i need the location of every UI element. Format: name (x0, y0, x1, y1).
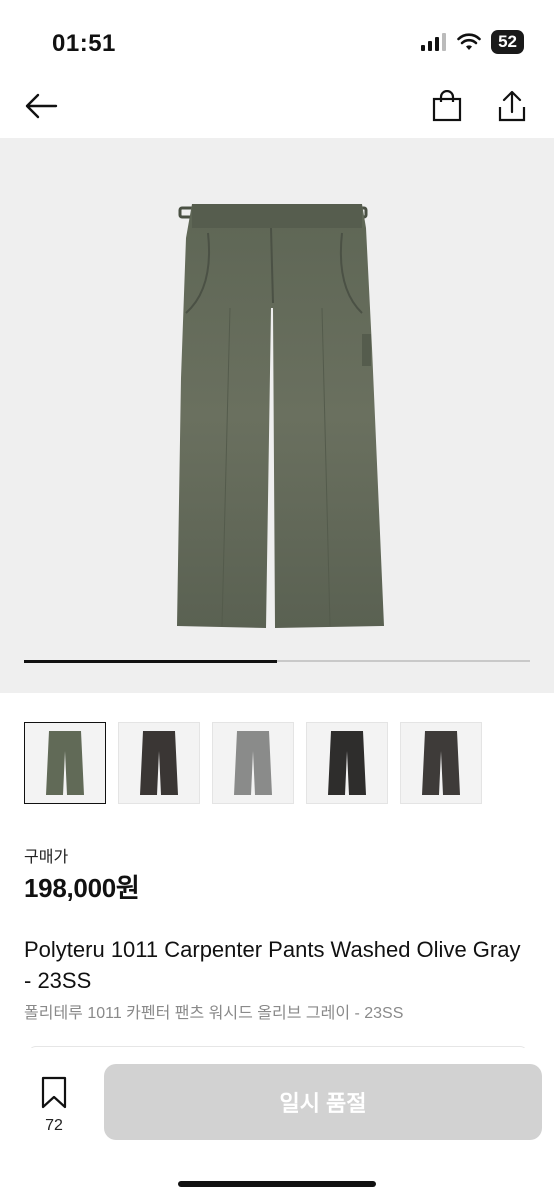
product-image-gallery[interactable] (0, 138, 554, 693)
battery-indicator: 52 (491, 30, 524, 54)
wishlist-button[interactable]: 72 (34, 1076, 74, 1135)
product-image (177, 204, 384, 628)
thumbnail-4[interactable] (306, 722, 388, 804)
signal-icon (421, 33, 447, 51)
pants-thumbnail (140, 731, 178, 795)
wifi-icon (457, 33, 481, 50)
status-time: 01:51 (52, 30, 116, 57)
product-name-korean: 폴리테루 1011 카펜터 팬츠 워시드 올리브 그레이 - 23SS (24, 1005, 404, 1022)
nav-bar (0, 80, 554, 140)
thumbnail-3[interactable] (212, 722, 294, 804)
pants-thumbnail (46, 731, 84, 795)
pants-thumbnail (422, 731, 460, 795)
thumbnail-strip (24, 722, 482, 804)
bookmark-icon (41, 1076, 67, 1109)
back-button[interactable] (24, 92, 58, 125)
product-price: 198,000원 (24, 873, 140, 903)
gallery-progress (24, 659, 530, 663)
product-name-english: Polyteru 1011 Carpenter Pants Washed Oli… (24, 937, 521, 993)
thumbnail-5[interactable] (400, 722, 482, 804)
pants-thumbnail (328, 731, 366, 795)
shopping-bag-icon (432, 89, 462, 122)
gallery-progress-fill (24, 659, 277, 663)
home-indicator (178, 1181, 376, 1187)
back-arrow-icon (25, 93, 58, 119)
cart-button[interactable] (432, 89, 462, 127)
sold-out-button[interactable]: 일시 품절 (104, 1064, 542, 1140)
status-icons: 52 (421, 30, 524, 54)
bottom-action-bar: 72 일시 품절 (0, 1048, 554, 1200)
wishlist-count: 72 (45, 1117, 63, 1134)
status-bar: 01:51 52 (0, 0, 554, 80)
price-label: 구매가 (24, 849, 69, 866)
pants-thumbnail (234, 731, 272, 795)
share-button[interactable] (497, 90, 527, 127)
thumbnail-2[interactable] (118, 722, 200, 804)
thumbnail-1[interactable] (24, 722, 106, 804)
share-icon (498, 90, 526, 122)
